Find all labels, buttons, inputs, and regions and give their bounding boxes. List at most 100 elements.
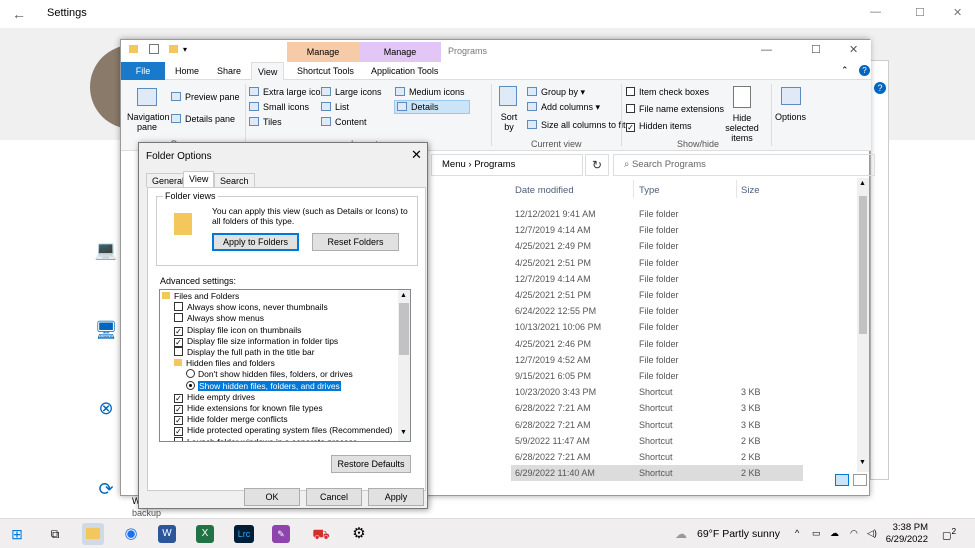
checkbox[interactable] <box>174 313 183 323</box>
cancel-button[interactable]: Cancel <box>306 488 362 506</box>
start-windows-icon[interactable]: ⊞ <box>6 523 28 545</box>
table-row[interactable]: 4/25/2021 2:49 PM File folder <box>511 238 803 254</box>
lightroom-icon[interactable]: Lrc <box>234 525 254 543</box>
checkbox[interactable] <box>626 87 635 96</box>
tree-item[interactable]: ✓ Display file icon on thumbnails <box>174 325 301 336</box>
scroll-down-icon[interactable]: ▼ <box>400 429 407 436</box>
sort-by-button[interactable]: Sort by <box>497 112 521 132</box>
file-explorer-taskbar-icon[interactable] <box>82 523 104 545</box>
task-view-icon[interactable]: ⧉ <box>44 523 66 545</box>
sync-icon[interactable]: ⟳ <box>94 479 118 503</box>
advanced-settings-tree[interactable]: Files and Folders Always show icons, neve… <box>159 289 411 442</box>
table-row[interactable]: 6/28/2022 7:21 AM Shortcut 2 KB <box>511 449 803 465</box>
layout-medium-icons[interactable]: Medium icons <box>395 87 465 97</box>
restore-defaults-button[interactable]: Restore Defaults <box>331 455 411 473</box>
table-row[interactable]: 6/29/2022 11:40 AM Shortcut 2 KB <box>511 465 803 482</box>
tree-scrollbar[interactable]: ▲ ▼ <box>398 290 410 441</box>
tab-share[interactable]: Share <box>211 62 247 80</box>
close-icon[interactable]: ✕ <box>411 147 422 163</box>
close-icon[interactable]: ✕ <box>953 6 962 19</box>
back-arrow-icon[interactable]: ← <box>12 6 26 22</box>
layout-tiles[interactable]: Tiles <box>249 117 282 127</box>
layout-list[interactable]: List <box>321 102 349 112</box>
refresh-icon[interactable]: ↻ <box>585 154 609 176</box>
scrollbar-thumb[interactable] <box>859 196 867 334</box>
apply-button[interactable]: Apply <box>368 488 424 506</box>
word-icon[interactable]: W <box>158 525 176 543</box>
tree-item[interactable]: ✓ Hide protected operating system files (… <box>174 425 393 437</box>
radio-selected[interactable] <box>186 380 195 390</box>
tab-shortcut-tools[interactable]: Shortcut Tools <box>291 62 360 80</box>
checkbox-checked[interactable]: ✓ <box>174 405 183 414</box>
clock-time[interactable]: 3:38 PM <box>886 522 928 533</box>
file-name-extensions-toggle[interactable]: File name extensions <box>626 104 724 114</box>
preview-pane-button[interactable]: Preview pane <box>171 92 240 102</box>
checkbox[interactable] <box>174 302 183 312</box>
help-icon[interactable]: ? <box>859 65 870 76</box>
layout-small-icons[interactable]: Small icons <box>249 102 309 112</box>
reset-folders-button[interactable]: Reset Folders <box>312 233 399 251</box>
layout-large-icons[interactable]: Large icons <box>321 87 382 97</box>
volume-icon[interactable]: ◁) <box>867 528 877 539</box>
properties-icon[interactable] <box>149 44 159 54</box>
checkbox-checked[interactable]: ✓ <box>174 416 183 426</box>
tree-item[interactable]: ✓ Hide folder merge conflicts <box>174 414 288 426</box>
app-icon[interactable]: ✎ <box>272 525 290 543</box>
onedrive-icon[interactable]: ☁ <box>830 528 839 539</box>
scroll-up-icon[interactable]: ▲ <box>859 180 866 187</box>
address-bar[interactable]: Menu › Programs <box>431 154 583 176</box>
weather-text[interactable]: 69°F Partly sunny <box>697 528 780 540</box>
tab-file[interactable]: File <box>121 62 165 80</box>
shield-app-icon[interactable]: ⛟ <box>310 523 332 545</box>
column-header-date[interactable]: Date modified <box>515 185 574 196</box>
display-edit-icon[interactable]: 🖥 <box>94 320 118 344</box>
large-icons-view-icon[interactable] <box>853 474 867 486</box>
tab-home[interactable]: Home <box>169 62 205 80</box>
tree-item[interactable]: Always show icons, never thumbnails <box>174 302 328 313</box>
minimize-icon[interactable]: — <box>870 6 881 18</box>
checkbox[interactable] <box>626 104 635 113</box>
collapse-ribbon-icon[interactable]: ⌃ <box>841 65 849 76</box>
tree-item[interactable]: Show hidden files, folders, and drives <box>186 380 341 392</box>
group-by-button[interactable]: Group by ▾ <box>527 87 585 98</box>
scroll-down-icon[interactable]: ▼ <box>859 459 866 466</box>
tree-item[interactable]: Don't show hidden files, folders, or dri… <box>186 369 353 380</box>
table-row[interactable]: 6/24/2022 12:55 PM File folder <box>511 303 803 319</box>
maximize-icon[interactable]: ☐ <box>915 6 925 19</box>
search-input[interactable]: ⌕ Search Programs <box>613 154 875 176</box>
tab-view[interactable]: View <box>183 171 215 188</box>
checkbox-checked[interactable]: ✓ <box>174 337 183 347</box>
checkbox-checked[interactable]: ✓ <box>174 326 183 336</box>
table-row[interactable]: 12/7/2019 4:14 AM File folder <box>511 271 803 287</box>
radio[interactable] <box>186 369 195 379</box>
laptop-icon[interactable]: 💻 <box>94 240 118 264</box>
table-row[interactable]: 12/12/2021 9:41 AM File folder <box>511 206 803 222</box>
details-pane-button[interactable]: Details pane <box>171 114 235 124</box>
chrome-icon[interactable]: ◉ <box>120 523 142 545</box>
table-row[interactable]: 4/25/2021 2:46 PM File folder <box>511 336 803 352</box>
table-row[interactable]: 4/25/2021 2:51 PM File folder <box>511 287 803 303</box>
layout-details[interactable]: Details <box>394 100 470 114</box>
checkbox-checked[interactable]: ✓ <box>174 393 183 403</box>
tab-application-tools[interactable]: Application Tools <box>365 62 444 80</box>
close-icon[interactable]: ✕ <box>849 43 858 56</box>
checkbox-checked[interactable]: ✓ <box>174 427 183 437</box>
table-row[interactable]: 12/7/2019 4:52 AM File folder <box>511 352 803 368</box>
tree-item[interactable]: Launch folder windows in a separate proc… <box>174 436 357 441</box>
xbox-icon[interactable]: ⊗ <box>94 398 118 422</box>
details-view-icon[interactable] <box>835 474 849 486</box>
ok-button[interactable]: OK <box>244 488 300 506</box>
add-columns-button[interactable]: Add columns ▾ <box>527 102 600 113</box>
hide-selected-items-button[interactable]: Hide selected items <box>716 113 768 143</box>
layout-extra-large-icons[interactable]: Extra large icons <box>249 87 330 97</box>
help-icon[interactable]: ? <box>874 82 886 94</box>
table-row[interactable]: 4/25/2021 2:51 PM File folder <box>511 255 803 271</box>
new-folder-icon[interactable] <box>169 45 178 53</box>
tree-item[interactable]: ✓ Display file size information in folder… <box>174 336 338 347</box>
tree-item[interactable]: ✓ Hide empty drives <box>174 392 255 403</box>
item-check-boxes-toggle[interactable]: Item check boxes <box>626 87 709 97</box>
notification-center-icon[interactable]: ▢2 <box>942 526 956 541</box>
checkbox-checked[interactable]: ✓ <box>626 123 635 132</box>
clock-date[interactable]: 6/29/2022 <box>880 534 928 545</box>
options-button[interactable]: Options <box>775 112 806 122</box>
